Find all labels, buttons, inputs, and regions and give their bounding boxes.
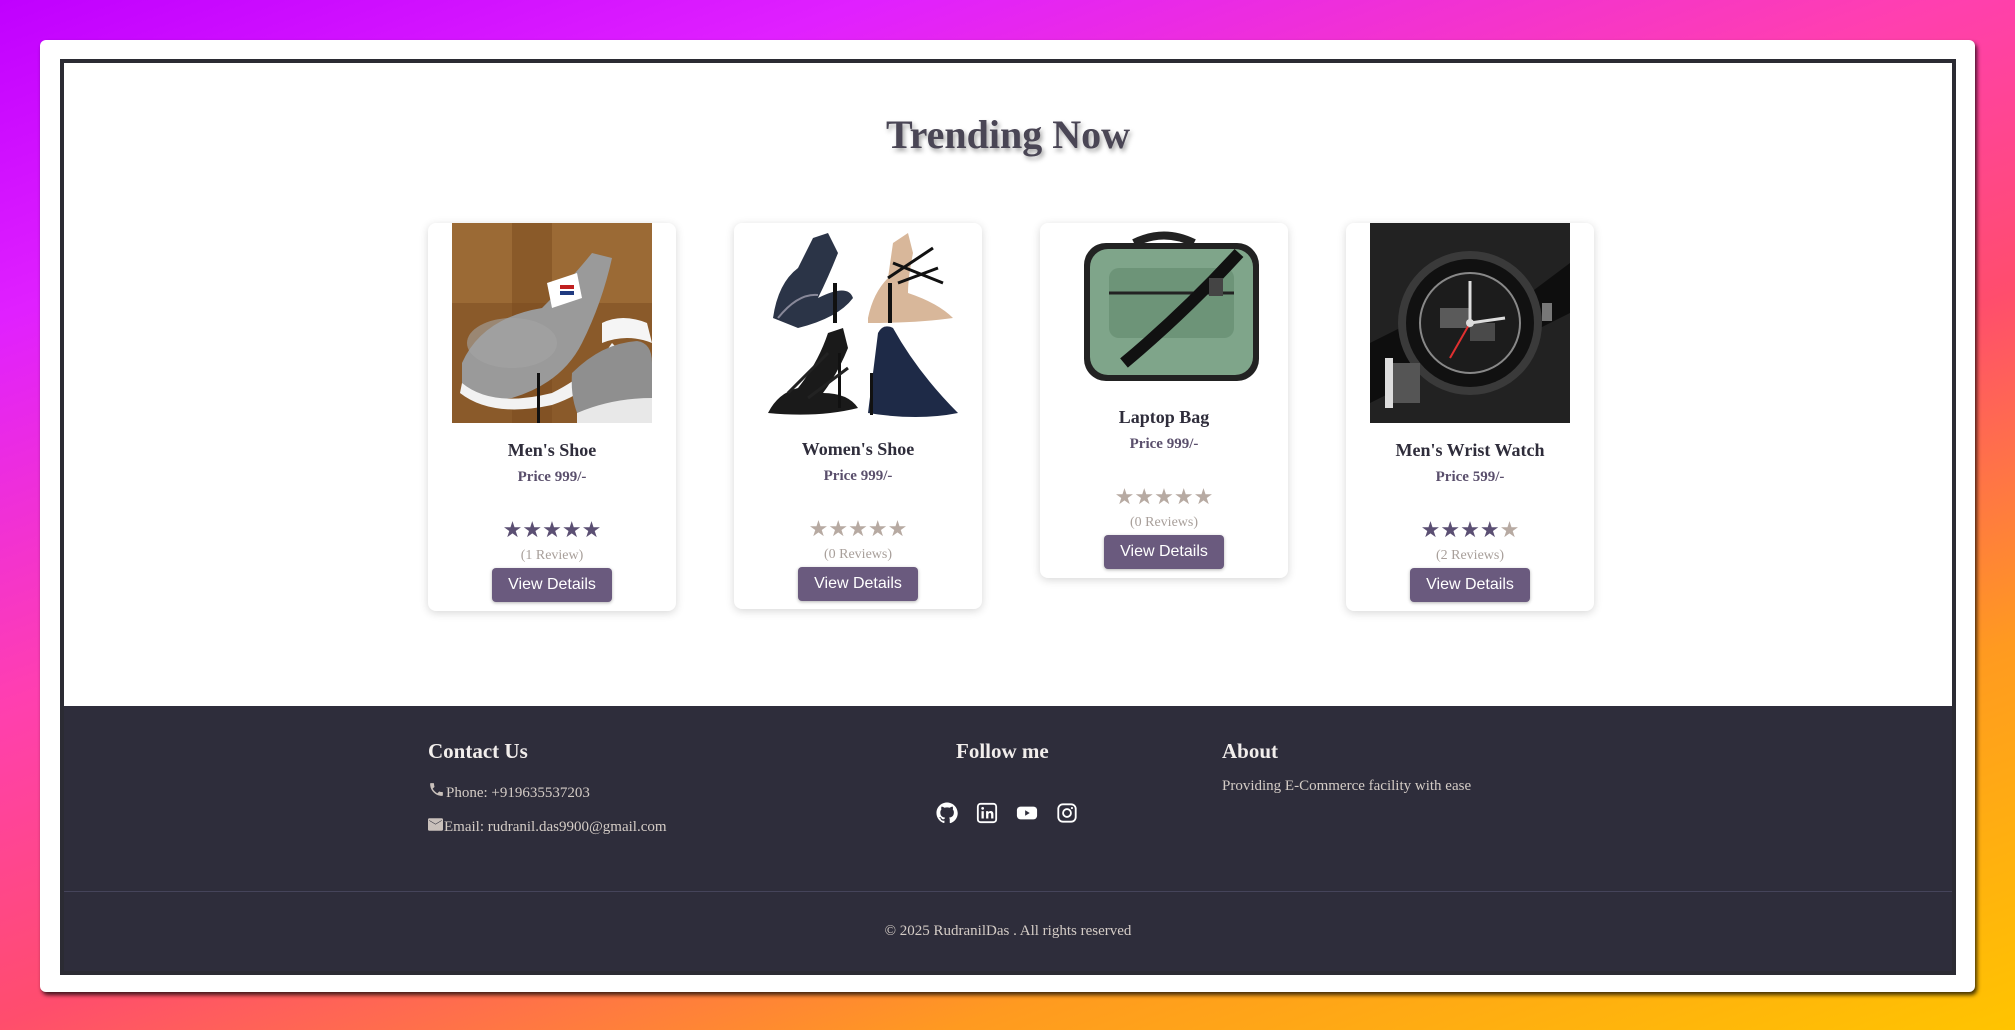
star-filled-icon: ★ bbox=[542, 517, 562, 542]
section-title: Trending Now bbox=[885, 112, 1131, 157]
product-card-mens-shoe: Men's Shoe Price 999/- ★★★★★ (1 Review) … bbox=[428, 223, 676, 611]
email-text: Email: rudranil.das9900@gmail.com bbox=[444, 819, 667, 835]
star-empty-icon: ★ bbox=[1499, 517, 1520, 542]
product-price: Price 599/- bbox=[1435, 469, 1505, 485]
email-line: Email: rudranil.das9900@gmail.com bbox=[428, 818, 667, 836]
product-price: Price 999/- bbox=[1129, 436, 1199, 452]
contact-title: Contact Us bbox=[428, 739, 528, 763]
copyright-text: © 2025 RudranilDas . All rights reserved bbox=[884, 923, 1132, 939]
view-details-button[interactable]: View Details bbox=[492, 568, 612, 602]
star-filled-icon: ★ bbox=[1420, 517, 1441, 542]
youtube-icon[interactable] bbox=[1016, 802, 1038, 824]
star-empty-icon: ★ bbox=[1154, 484, 1174, 509]
instagram-icon[interactable] bbox=[1056, 802, 1078, 824]
product-name: Laptop Bag bbox=[1118, 407, 1210, 427]
view-details-button[interactable]: View Details bbox=[1410, 568, 1530, 602]
laptop-bag-image bbox=[1064, 223, 1264, 389]
follow-title: Follow me bbox=[956, 739, 1049, 763]
star-filled-icon: ★ bbox=[1479, 517, 1500, 542]
phone-icon bbox=[428, 781, 446, 803]
rating-stars: ★★★★★ bbox=[1346, 519, 1594, 541]
footer-divider bbox=[64, 891, 1952, 892]
star-empty-icon: ★ bbox=[1114, 484, 1135, 509]
phone-text: Phone: +919635537203 bbox=[446, 785, 590, 801]
about-title: About bbox=[1222, 739, 1279, 763]
page-frame: Trending Now Men's Shoe Price 999/- ★★★★… bbox=[40, 40, 1975, 992]
star-empty-icon: ★ bbox=[828, 516, 849, 541]
product-card-wrist-watch: Men's Wrist Watch Price 599/- ★★★★★ (2 R… bbox=[1346, 223, 1594, 611]
phone-line: Phone: +919635537203 bbox=[428, 781, 590, 803]
star-filled-icon: ★ bbox=[1460, 517, 1480, 542]
wrist-watch-image bbox=[1370, 223, 1570, 423]
star-filled-icon: ★ bbox=[581, 517, 602, 542]
star-empty-icon: ★ bbox=[1193, 484, 1214, 509]
star-filled-icon: ★ bbox=[522, 517, 543, 542]
mens-shoe-image bbox=[452, 223, 652, 423]
review-count: (0 Reviews) bbox=[823, 547, 893, 562]
womens-shoe-image bbox=[758, 223, 958, 423]
rating-stars: ★★★★★ bbox=[734, 518, 982, 540]
github-icon[interactable] bbox=[936, 802, 958, 824]
rating-stars: ★★★★★ bbox=[428, 519, 676, 541]
review-count: (0 Reviews) bbox=[1129, 515, 1199, 530]
product-card-womens-shoe: Women's Shoe Price 999/- ★★★★★ (0 Review… bbox=[734, 223, 982, 609]
star-empty-icon: ★ bbox=[808, 516, 829, 541]
product-price: Price 999/- bbox=[823, 468, 893, 484]
review-count: (1 Review) bbox=[520, 548, 584, 563]
product-name: Men's Shoe bbox=[507, 440, 597, 460]
product-name: Men's Wrist Watch bbox=[1395, 440, 1545, 460]
rating-stars: ★★★★★ bbox=[1040, 486, 1288, 508]
linkedin-icon[interactable] bbox=[976, 802, 998, 824]
star-filled-icon: ★ bbox=[561, 517, 582, 542]
view-details-button[interactable]: View Details bbox=[1104, 535, 1224, 569]
page-container: Trending Now Men's Shoe Price 999/- ★★★★… bbox=[60, 59, 1956, 975]
product-card-laptop-bag: Laptop Bag Price 999/- ★★★★★ (0 Reviews)… bbox=[1040, 223, 1288, 578]
view-details-button[interactable]: View Details bbox=[798, 567, 918, 601]
site-footer: Contact Us Phone: +919635537203 Email: r… bbox=[64, 706, 1952, 971]
product-price: Price 999/- bbox=[517, 469, 587, 485]
star-empty-icon: ★ bbox=[1173, 484, 1194, 509]
star-empty-icon: ★ bbox=[887, 516, 908, 541]
email-icon bbox=[428, 818, 444, 836]
star-empty-icon: ★ bbox=[1134, 484, 1155, 509]
review-count: (2 Reviews) bbox=[1435, 548, 1505, 563]
product-name: Women's Shoe bbox=[801, 439, 915, 459]
star-empty-icon: ★ bbox=[867, 516, 888, 541]
star-empty-icon: ★ bbox=[848, 516, 868, 541]
trending-section: Trending Now Men's Shoe Price 999/- ★★★★… bbox=[64, 63, 1952, 709]
about-text: Providing E-Commerce facility with ease bbox=[1222, 778, 1472, 794]
star-filled-icon: ★ bbox=[1440, 517, 1461, 542]
star-filled-icon: ★ bbox=[502, 517, 523, 542]
